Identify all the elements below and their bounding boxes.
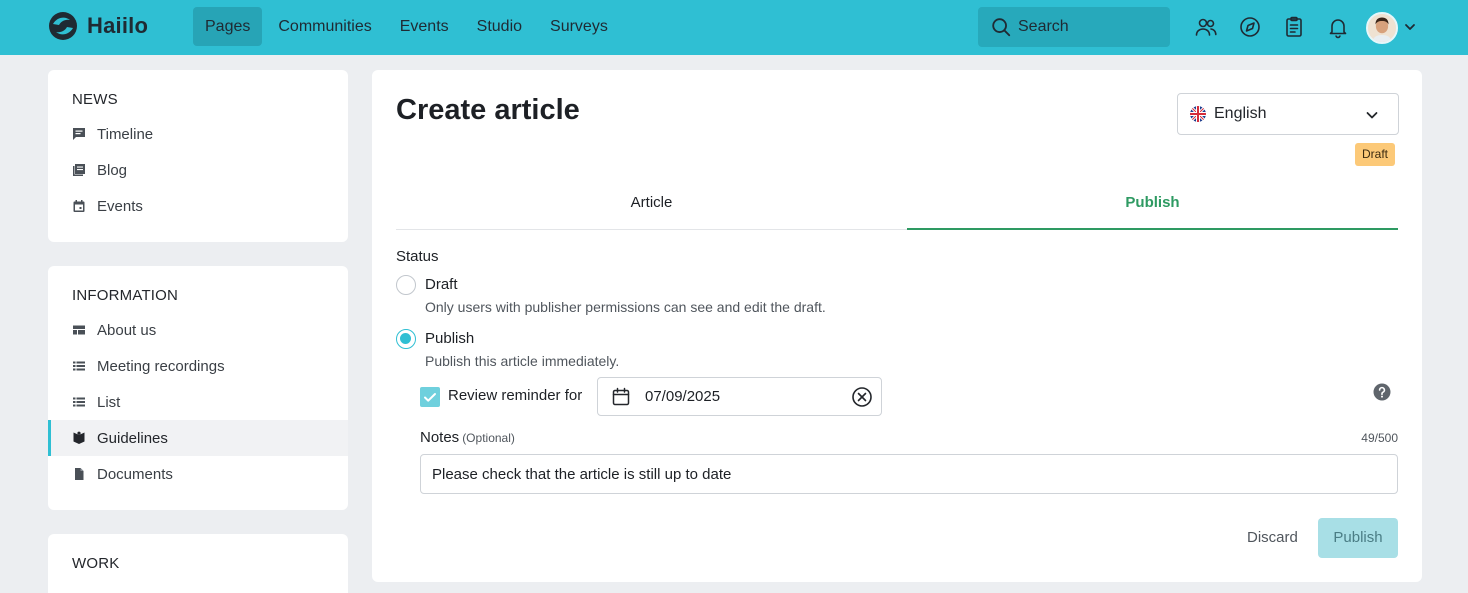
timeline-icon (73, 128, 85, 140)
chevron-down-icon (1366, 112, 1378, 119)
haiilo-logo[interactable]: Haiilo (48, 11, 148, 41)
clipboard-icon[interactable] (1282, 15, 1306, 39)
sidebar-heading: NEWS (72, 91, 118, 108)
language-select[interactable]: English (1177, 93, 1399, 135)
notes-label-text: Notes (420, 429, 460, 446)
page-title: Create article (396, 94, 580, 126)
book-icon (73, 431, 85, 444)
notes-optional-hint: (Optional) (462, 431, 515, 445)
review-reminder-checkbox[interactable] (420, 387, 440, 407)
status-badge: Draft (1355, 143, 1396, 166)
chevron-down-icon[interactable] (1402, 19, 1418, 35)
uk-flag-icon (1190, 106, 1206, 122)
search-box[interactable]: Search (978, 7, 1170, 47)
publish-radio[interactable] (396, 329, 416, 349)
review-date-input[interactable]: 07/09/2025 (597, 377, 882, 416)
blog-icon (73, 164, 85, 176)
sidebar-item-label: Timeline (97, 125, 154, 143)
haiilo-logo-icon (49, 12, 77, 40)
discard-button[interactable]: Discard (1234, 518, 1311, 558)
sidebar-item-label: Meeting recordings (97, 357, 225, 375)
sidebar-section-news: NEWS Timeline Blog Events (48, 70, 348, 242)
article-tabs: Article Publish (396, 184, 1398, 230)
search-icon (992, 18, 1011, 37)
sidebar-item-about-us[interactable]: About us (48, 312, 348, 348)
calendar-icon (73, 200, 85, 212)
sidebar-item-label: Documents (97, 465, 173, 483)
sidebar-item-label: Guidelines (97, 429, 168, 447)
sidebar-item-label: Blog (97, 161, 128, 179)
review-reminder-label[interactable]: Review reminder for (448, 387, 582, 404)
sidebar-item-label: Events (97, 197, 143, 215)
list-icon (73, 361, 85, 371)
language-value: English (1214, 105, 1267, 122)
sidebar-item-events[interactable]: Events (48, 188, 348, 224)
draft-radio[interactable] (396, 275, 416, 295)
sidebar-item-guidelines[interactable]: Guidelines (48, 420, 348, 456)
sidebar-item-list[interactable]: List (48, 384, 348, 420)
calendar-icon (612, 387, 630, 405)
draft-radio-label[interactable]: Draft (425, 276, 458, 293)
notes-input[interactable] (420, 454, 1398, 494)
sidebar-item-timeline[interactable]: Timeline (48, 116, 348, 152)
tab-article[interactable]: Article (396, 184, 907, 230)
review-date-value: 07/09/2025 (645, 388, 721, 405)
draft-help-text: Only users with publisher permissions ca… (425, 299, 826, 315)
sidebar-heading: INFORMATION (72, 287, 179, 304)
search-label: Search (1018, 18, 1069, 35)
main-nav: Pages Communities Events Studio Surveys (193, 7, 624, 46)
sidebar-section-information: INFORMATION About us Meeting recordings … (48, 266, 348, 510)
checkmark-icon (424, 393, 436, 402)
sidebar-item-label: About us (97, 321, 157, 339)
publish-help-text: Publish this article immediately. (425, 353, 620, 369)
create-article-panel: Create article English Draft Article Pub… (372, 70, 1422, 582)
explore-icon[interactable] (1238, 15, 1262, 39)
list-icon (73, 397, 85, 407)
notification-bell-icon[interactable] (1326, 15, 1350, 39)
tab-publish[interactable]: Publish (907, 184, 1398, 230)
sidebar-item-label: List (97, 393, 121, 411)
user-avatar-image (1368, 14, 1396, 42)
nav-studio[interactable]: Studio (465, 7, 534, 46)
top-navigation-bar: Haiilo Pages Communities Events Studio S… (0, 0, 1468, 55)
nav-events[interactable]: Events (388, 7, 461, 46)
page-icon (73, 325, 85, 335)
sidebar-item-documents[interactable]: Documents (48, 456, 348, 492)
notes-label: Notes (Optional) (420, 429, 515, 446)
clear-date-icon[interactable] (851, 386, 873, 408)
nav-pages[interactable]: Pages (193, 7, 263, 46)
sidebar-heading: WORK (72, 555, 120, 572)
colleagues-icon[interactable] (1194, 15, 1218, 39)
app-name: Haiilo (87, 13, 149, 38)
notes-char-count: 49/500 (1361, 431, 1398, 445)
sidebar-item-blog[interactable]: Blog (48, 152, 348, 188)
document-icon (75, 468, 84, 480)
nav-surveys[interactable]: Surveys (538, 7, 620, 46)
publish-radio-label[interactable]: Publish (425, 330, 474, 347)
nav-communities[interactable]: Communities (266, 7, 383, 46)
status-label: Status (396, 248, 439, 265)
sidebar-item-meeting-recordings[interactable]: Meeting recordings (48, 348, 348, 384)
sidebar-section-work: WORK (48, 534, 348, 593)
user-avatar[interactable] (1366, 12, 1398, 44)
help-icon[interactable] (1373, 383, 1391, 401)
publish-button[interactable]: Publish (1318, 518, 1398, 558)
